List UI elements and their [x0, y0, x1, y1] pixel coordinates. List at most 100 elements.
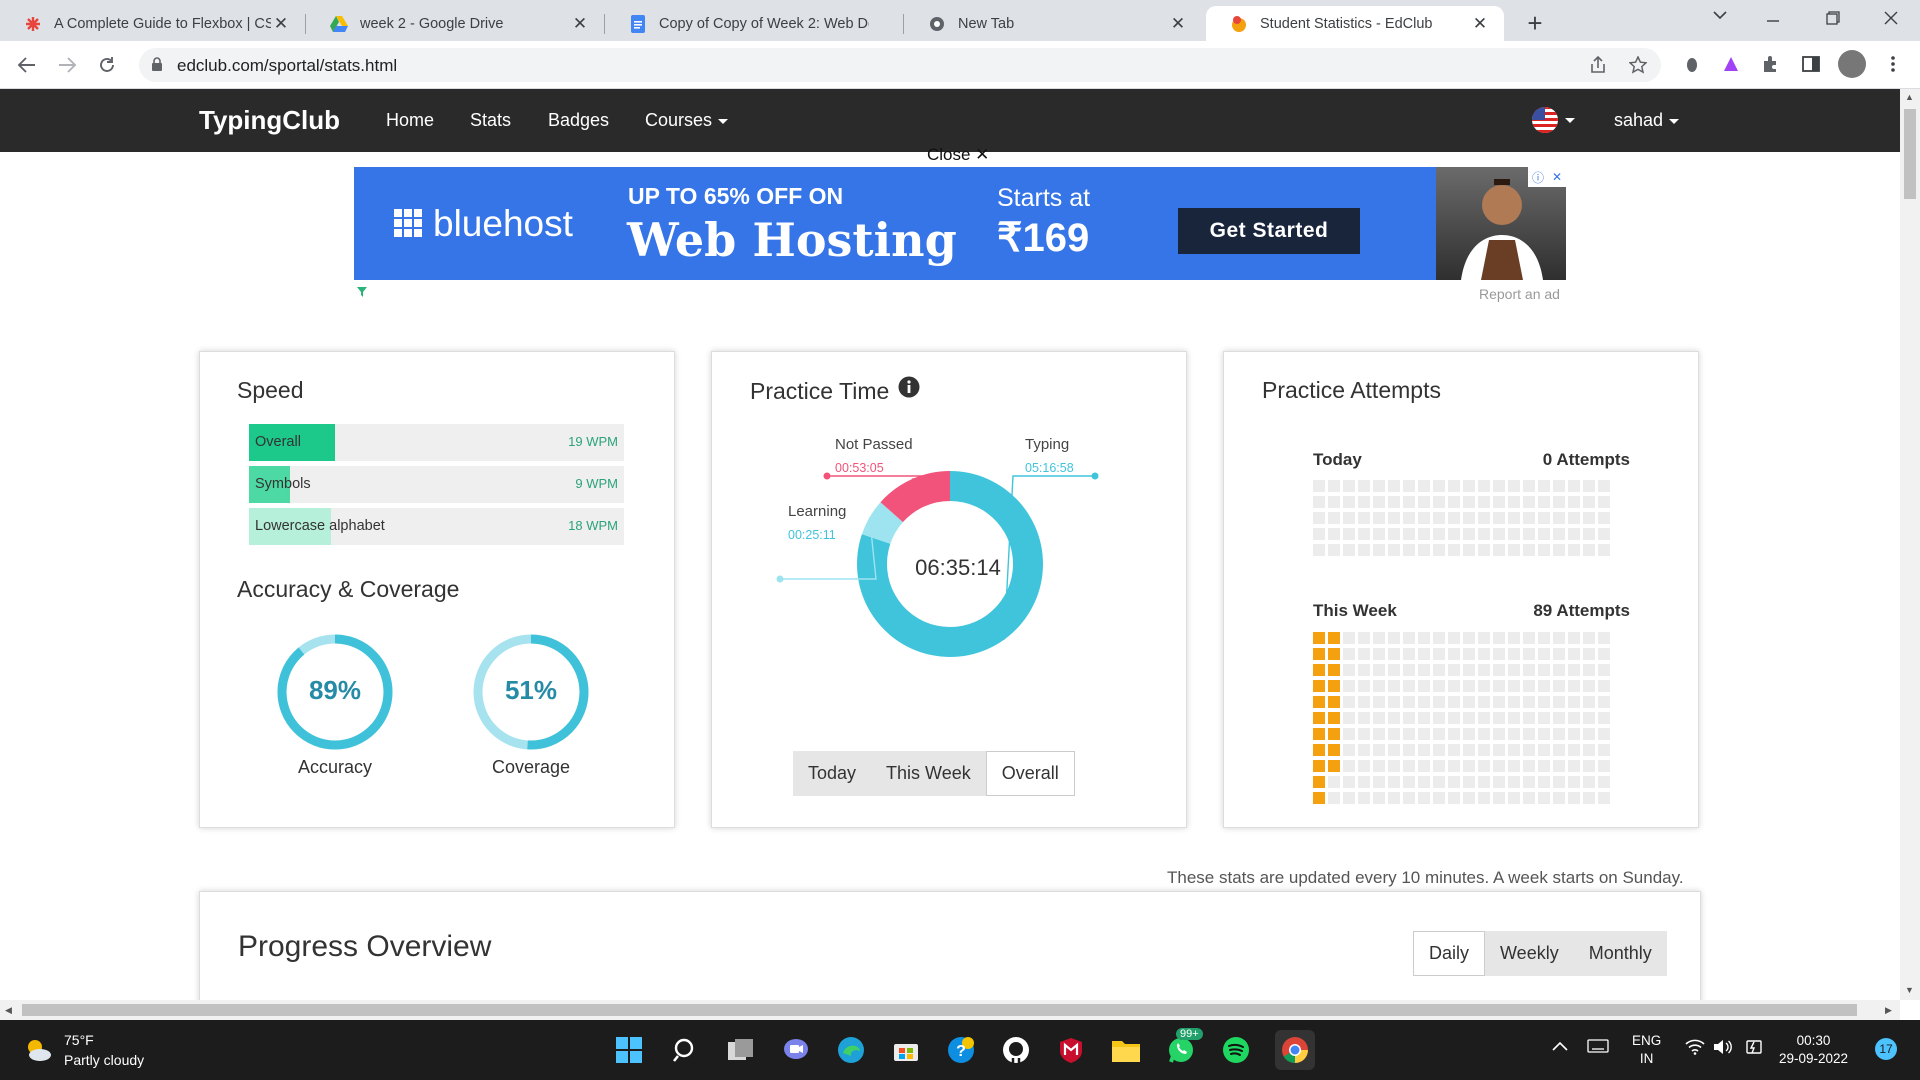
vertical-scroll-thumb[interactable]: [1904, 109, 1916, 199]
typingclub-logo[interactable]: TypingClub: [199, 105, 340, 136]
tab-close-icon[interactable]: ✕: [570, 14, 590, 34]
language-indicator[interactable]: ENG IN: [1632, 1032, 1661, 1068]
ad-close-button[interactable]: Close ✕: [927, 145, 989, 165]
profile-avatar[interactable]: [1838, 50, 1866, 78]
attempt-cell: [1373, 776, 1385, 788]
new-tab-button[interactable]: +: [1520, 8, 1550, 39]
side-panel-icon[interactable]: [1800, 53, 1822, 75]
minimize-icon[interactable]: [1748, 10, 1798, 31]
window-close-icon[interactable]: [1866, 9, 1916, 30]
scroll-up-arrow-icon[interactable]: ▲: [1905, 92, 1914, 102]
bluehost-ad-banner[interactable]: bluehost UP TO 65% OFF ON Web Hosting St…: [354, 167, 1566, 280]
nav-courses[interactable]: Courses: [645, 110, 729, 131]
period-daily-button[interactable]: Daily: [1413, 931, 1486, 976]
horizontal-scroll-thumb[interactable]: [22, 1004, 1857, 1016]
range-today-button[interactable]: Today: [793, 751, 872, 796]
attempt-cell: [1493, 712, 1505, 724]
language-selector[interactable]: [1531, 106, 1575, 134]
browser-tab-google-docs[interactable]: Copy of Copy of Week 2: Web Dev: [605, 6, 903, 41]
attempt-cell: [1508, 792, 1520, 804]
browser-tab-edclub[interactable]: Student Statistics - EdClub ✕: [1206, 6, 1504, 41]
tab-search-chevron-icon[interactable]: [1695, 4, 1745, 25]
attempt-cell: [1388, 480, 1400, 492]
wifi-icon[interactable]: [1685, 1039, 1705, 1060]
weather-condition[interactable]: Partly cloudy: [64, 1052, 144, 1068]
nav-stats[interactable]: Stats: [470, 110, 511, 131]
attempt-cell: [1403, 512, 1415, 524]
volume-icon[interactable]: [1713, 1039, 1733, 1060]
attempt-cell: [1538, 712, 1550, 724]
mcafee-icon[interactable]: [1055, 1034, 1087, 1066]
reload-icon[interactable]: [91, 49, 123, 81]
attempt-cell: [1388, 792, 1400, 804]
get-help-icon[interactable]: ?: [945, 1034, 977, 1066]
ad-starts-text: Starts at: [997, 184, 1091, 212]
scroll-right-arrow-icon[interactable]: ▶: [1885, 1005, 1892, 1016]
horizontal-scrollbar[interactable]: ◀ ▶: [0, 1000, 1900, 1020]
search-icon[interactable]: [669, 1034, 701, 1066]
attempt-cell: [1598, 696, 1610, 708]
ad-x-icon[interactable]: ✕: [1552, 170, 1562, 184]
ad-filter-icon[interactable]: [356, 286, 368, 298]
nav-home[interactable]: Home: [386, 110, 434, 131]
share-icon[interactable]: [1589, 55, 1607, 80]
tab-close-icon[interactable]: ✕: [1168, 14, 1188, 34]
back-arrow-icon[interactable]: [11, 49, 43, 81]
attempt-cell: [1553, 776, 1565, 788]
address-bar[interactable]: edclub.com/sportal/stats.html: [139, 48, 1661, 82]
ad-get-started-button[interactable]: Get Started: [1178, 208, 1360, 254]
windows-start-icon[interactable]: [613, 1034, 645, 1066]
purple-extension-icon[interactable]: [1720, 53, 1742, 75]
teams-chat-icon[interactable]: [780, 1034, 812, 1066]
attempt-cell: [1598, 648, 1610, 660]
user-menu[interactable]: sahad: [1614, 110, 1680, 131]
browser-tab-css-tricks[interactable]: A Complete Guide to Flexbox | CSS-Tricks…: [0, 6, 305, 41]
attempt-cell: [1583, 728, 1595, 740]
scroll-down-arrow-icon[interactable]: ▼: [1905, 985, 1914, 995]
battery-charging-icon[interactable]: [1743, 1039, 1765, 1060]
range-overall-button[interactable]: Overall: [985, 751, 1075, 796]
ad-info-close-icons[interactable]: ⓘ ✕: [1528, 167, 1566, 187]
attempt-cell: [1478, 760, 1490, 772]
clock[interactable]: 00:30 29-09-2022: [1779, 1032, 1848, 1068]
attempt-cell: [1358, 664, 1370, 676]
extensions-puzzle-icon[interactable]: [1760, 53, 1782, 75]
tab-title: Student Statistics - EdClub: [1260, 15, 1433, 32]
attempt-cell: [1598, 528, 1610, 540]
weather-partly-cloudy-icon[interactable]: [22, 1034, 54, 1066]
attempt-cell: [1418, 744, 1430, 756]
show-hidden-icons-chevron-icon[interactable]: [1552, 1038, 1568, 1056]
notification-count-badge[interactable]: 17: [1875, 1038, 1897, 1060]
forward-arrow-icon[interactable]: [51, 49, 83, 81]
nav-badges[interactable]: Badges: [548, 110, 609, 131]
browser-menu-icon[interactable]: [1882, 53, 1904, 75]
edge-browser-icon[interactable]: [835, 1034, 867, 1066]
tab-close-icon[interactable]: ✕: [1470, 14, 1490, 34]
file-explorer-icon[interactable]: [1110, 1034, 1142, 1066]
github-icon[interactable]: [1000, 1034, 1032, 1066]
scroll-left-arrow-icon[interactable]: ◀: [5, 1005, 12, 1016]
microsoft-store-icon[interactable]: [890, 1034, 922, 1066]
attempt-cell: [1598, 792, 1610, 804]
report-ad-link[interactable]: Report an ad: [1479, 286, 1560, 302]
bookmark-star-icon[interactable]: [1628, 55, 1648, 80]
browser-tab-new-tab[interactable]: New Tab ✕: [904, 6, 1202, 41]
weather-temperature[interactable]: 75°F: [64, 1032, 94, 1048]
keyboard-icon[interactable]: [1587, 1039, 1609, 1058]
tab-close-icon[interactable]: ✕: [271, 14, 291, 34]
period-weekly-button[interactable]: Weekly: [1485, 931, 1574, 976]
task-view-icon[interactable]: [725, 1034, 757, 1066]
spotify-icon[interactable]: [1220, 1034, 1252, 1066]
attempt-cell: [1553, 480, 1565, 492]
period-monthly-button[interactable]: Monthly: [1573, 931, 1667, 976]
ad-info-icon[interactable]: ⓘ: [1532, 169, 1544, 186]
restore-icon[interactable]: [1808, 9, 1858, 30]
chrome-taskbar-icon[interactable]: [1275, 1030, 1315, 1070]
bug-extension-icon[interactable]: [1681, 53, 1703, 75]
attempt-cell: [1463, 728, 1475, 740]
browser-tab-google-drive[interactable]: week 2 - Google Drive ✕: [306, 6, 604, 41]
attempt-cell: [1553, 496, 1565, 508]
vertical-scrollbar[interactable]: ▲ ▼: [1900, 89, 1920, 1000]
range-this-week-button[interactable]: This Week: [871, 751, 986, 796]
info-icon[interactable]: [898, 376, 920, 398]
